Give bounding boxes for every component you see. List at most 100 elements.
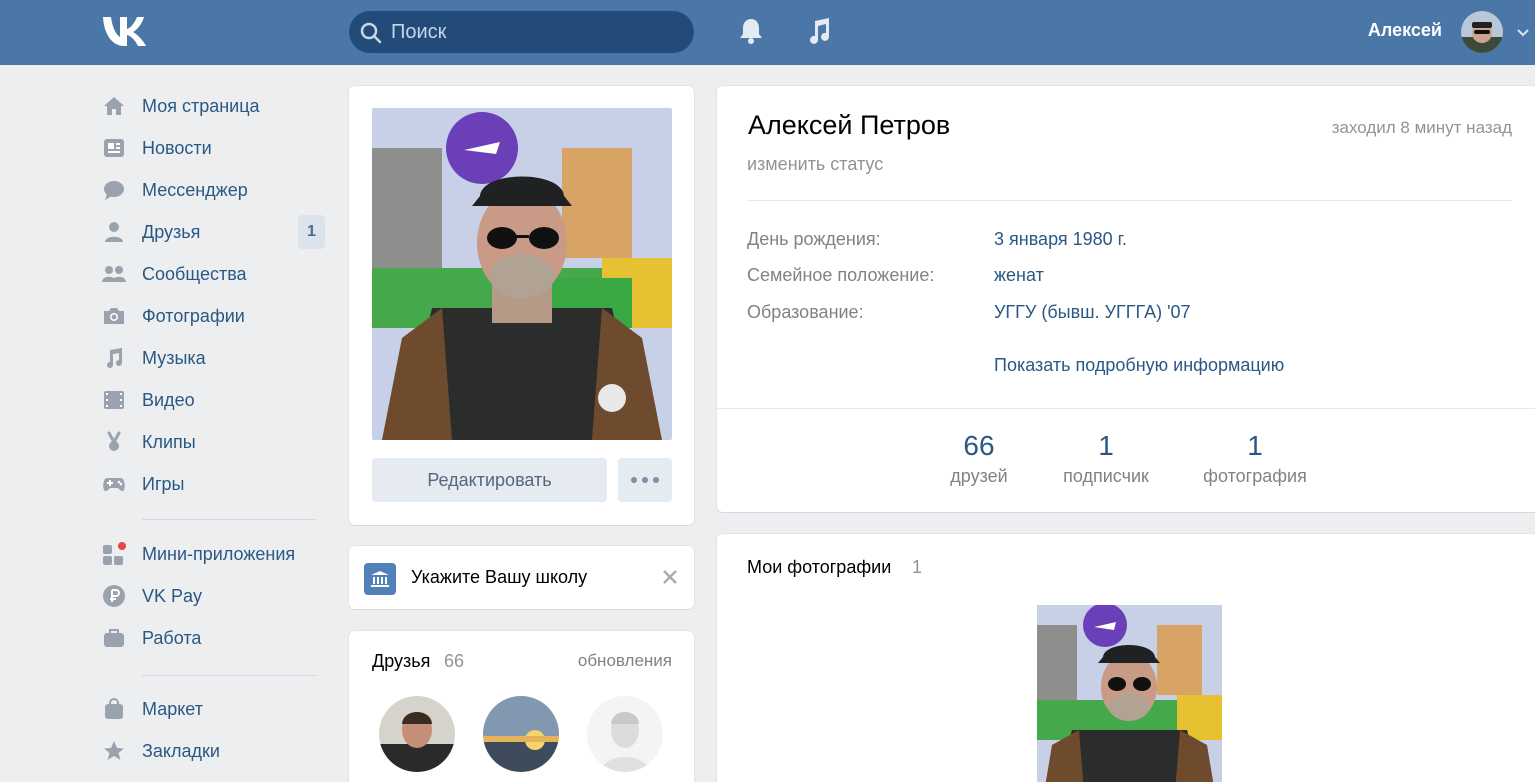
music-note-icon[interactable] xyxy=(802,14,836,48)
search-icon xyxy=(360,22,382,44)
home-icon xyxy=(100,92,128,120)
photo-thumbnail[interactable] xyxy=(1037,605,1222,782)
info-value-education[interactable]: УГГУ (бывш. УГГГА) '07 xyxy=(994,302,1191,323)
counter-friends[interactable]: 66 друзей xyxy=(929,430,1029,487)
menu-item-messenger[interactable]: Мессенджер xyxy=(100,169,330,211)
friends-count: 66 xyxy=(444,651,465,671)
music-icon xyxy=(100,344,128,372)
menu-label: Новости xyxy=(142,137,212,158)
friend-avatar[interactable] xyxy=(587,696,663,772)
more-options-button[interactable] xyxy=(618,458,672,502)
more-dots-icon xyxy=(630,471,660,489)
counters-divider xyxy=(717,408,1535,409)
profile-photo[interactable] xyxy=(372,108,672,440)
menu-item-my-page[interactable]: Моя страница xyxy=(100,85,330,127)
photos-count: 1 xyxy=(912,557,923,577)
edit-profile-button[interactable]: Редактировать xyxy=(372,458,607,502)
menu-label: Музыка xyxy=(142,347,206,368)
counter-photos[interactable]: 1 фотография xyxy=(1190,430,1320,487)
messenger-icon xyxy=(100,176,128,204)
counter-value: 1 xyxy=(1098,430,1114,461)
menu-label: Мини-приложения xyxy=(142,543,296,564)
menu-label: Фотографии xyxy=(142,305,245,326)
briefcase-icon xyxy=(100,624,128,652)
menu-label: Мессенджер xyxy=(142,179,248,200)
info-label-birthday: День рождения: xyxy=(747,229,881,249)
menu-item-music[interactable]: Музыка xyxy=(100,337,330,379)
profile-info-card: Алексей Петров заходил 8 минут назад изм… xyxy=(717,86,1535,512)
vk-logo[interactable] xyxy=(100,14,152,48)
menu-item-games[interactable]: Игры xyxy=(100,463,330,505)
search-input[interactable] xyxy=(391,11,681,53)
clips-icon xyxy=(100,428,128,456)
menu-item-mini-apps[interactable]: Мини-приложения xyxy=(100,533,330,575)
menu-label: VK Pay xyxy=(142,585,203,606)
menu-item-friends[interactable]: Друзья 1 xyxy=(100,211,330,253)
news-icon xyxy=(100,134,128,162)
menu-divider xyxy=(142,519,316,520)
menu-item-work[interactable]: Работа xyxy=(100,617,330,659)
show-details-link[interactable]: Показать подробную информацию xyxy=(994,355,1284,376)
info-label-education: Образование: xyxy=(747,302,864,322)
search-box[interactable] xyxy=(349,11,694,53)
menu-label: Клипы xyxy=(142,431,196,452)
menu-label: Игры xyxy=(142,473,185,494)
my-photos-card: Мои фотографии 1 xyxy=(717,534,1535,782)
communities-icon xyxy=(100,260,128,288)
vkpay-icon xyxy=(100,582,128,610)
menu-item-communities[interactable]: Сообщества xyxy=(100,253,330,295)
close-icon[interactable] xyxy=(659,566,681,588)
friends-card: Друзья 66 обновления xyxy=(349,631,694,782)
friends-title[interactable]: Друзья xyxy=(372,651,430,672)
counter-label: фотография xyxy=(1203,466,1307,486)
bell-icon[interactable] xyxy=(734,14,768,48)
header-avatar[interactable] xyxy=(1461,11,1503,53)
info-label-relationship: Семейное положение: xyxy=(747,265,935,285)
friends-badge: 1 xyxy=(298,215,325,249)
menu-item-vkpay[interactable]: VK Pay xyxy=(100,575,330,617)
last-seen-status: заходил 8 минут назад xyxy=(1331,118,1512,137)
mini-apps-icon xyxy=(100,540,128,568)
menu-item-market[interactable]: Маркет xyxy=(100,688,330,730)
menu-label: Работа xyxy=(142,627,202,648)
counter-value: 1 xyxy=(1247,430,1263,461)
video-icon xyxy=(100,386,128,414)
menu-label: Сообщества xyxy=(142,263,247,284)
info-value-relationship[interactable]: женат xyxy=(994,265,1044,286)
counter-label: подписчик xyxy=(1063,466,1149,486)
profile-photo-card: Редактировать xyxy=(349,86,694,525)
profile-name: Алексей Петров xyxy=(748,110,951,140)
menu-divider xyxy=(142,675,316,676)
friend-avatar[interactable] xyxy=(379,696,455,772)
menu-item-news[interactable]: Новости xyxy=(100,127,330,169)
gamepad-icon xyxy=(100,470,128,498)
menu-label: Друзья xyxy=(142,221,201,242)
menu-label: Закладки xyxy=(142,740,220,761)
menu-label: Моя страница xyxy=(142,95,260,116)
photos-title[interactable]: Мои фотографии xyxy=(747,557,891,578)
menu-item-clips[interactable]: Клипы xyxy=(100,421,330,463)
market-bag-icon xyxy=(100,695,128,723)
top-header: Алексей xyxy=(0,0,1535,65)
header-user-name[interactable]: Алексей xyxy=(1340,20,1442,41)
info-divider xyxy=(747,200,1512,201)
menu-label: Маркет xyxy=(142,698,203,719)
info-value-birthday[interactable]: 3 января 1980 г. xyxy=(994,229,1127,250)
star-icon xyxy=(100,737,128,765)
school-prompt-text[interactable]: Укажите Вашу школу xyxy=(411,567,587,588)
school-building-icon xyxy=(364,563,396,595)
chevron-down-icon[interactable] xyxy=(1515,24,1531,40)
menu-label: Видео xyxy=(142,389,195,410)
counter-value: 66 xyxy=(963,430,995,461)
change-status-link[interactable]: изменить статус xyxy=(747,154,883,175)
menu-item-bookmarks[interactable]: Закладки xyxy=(100,730,330,772)
menu-item-photos[interactable]: Фотографии xyxy=(100,295,330,337)
friend-icon xyxy=(100,218,128,246)
counter-followers[interactable]: 1 подписчик xyxy=(1046,430,1166,487)
camera-icon xyxy=(100,302,128,330)
friend-avatar[interactable] xyxy=(483,696,559,772)
friends-updates-link[interactable]: обновления xyxy=(549,651,672,671)
school-prompt-card[interactable]: Укажите Вашу школу xyxy=(349,546,694,609)
counter-label: друзей xyxy=(950,466,1008,486)
menu-item-video[interactable]: Видео xyxy=(100,379,330,421)
